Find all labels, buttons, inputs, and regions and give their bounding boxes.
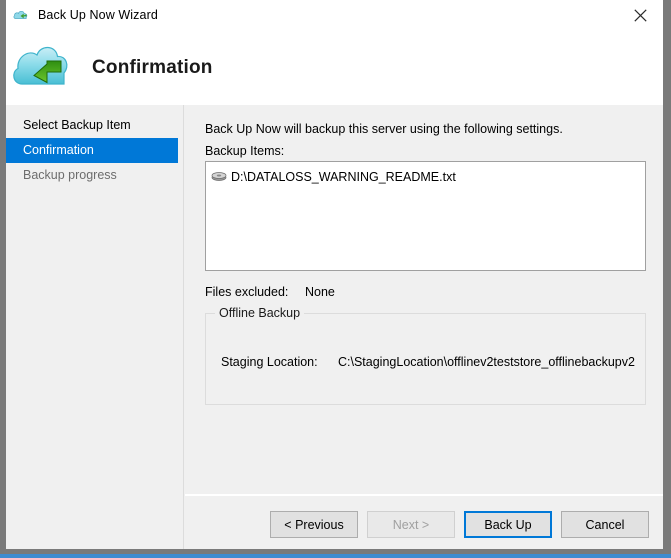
close-icon[interactable] xyxy=(617,0,663,30)
next-button: Next > xyxy=(367,511,455,538)
sidebar-item-label: Select Backup Item xyxy=(23,118,131,132)
taskbar-strip xyxy=(0,554,671,558)
staging-location-value: C:\StagingLocation\offlinev2teststore_of… xyxy=(338,355,635,369)
button-row: < Previous Next > Back Up Cancel xyxy=(270,511,649,538)
cloud-restore-icon xyxy=(12,42,70,94)
backup-items-list[interactable]: D:\DATALOSS_WARNING_README.txt xyxy=(205,161,646,271)
wizard-content-pane: Back Up Now will backup this server usin… xyxy=(185,105,663,549)
list-item[interactable]: D:\DATALOSS_WARNING_README.txt xyxy=(206,167,645,187)
back-up-button[interactable]: Back Up xyxy=(464,511,552,538)
backup-wizard-window: Back Up Now Wizard Confirmation Select B… xyxy=(5,0,664,550)
wizard-footer: < Previous Next > Back Up Cancel xyxy=(185,496,663,549)
sidebar-item-select-backup-item[interactable]: Select Backup Item xyxy=(6,113,183,138)
staging-location-row: Staging Location: C:\StagingLocation\off… xyxy=(221,355,635,369)
disk-icon xyxy=(211,170,227,184)
files-excluded-label: Files excluded: xyxy=(205,285,289,299)
window-title: Back Up Now Wizard xyxy=(38,8,158,22)
wizard-step-sidebar: Select Backup Item Confirmation Backup p… xyxy=(6,105,184,549)
list-item-path: D:\DATALOSS_WARNING_README.txt xyxy=(231,170,456,184)
intro-text: Back Up Now will backup this server usin… xyxy=(205,122,563,136)
cancel-button[interactable]: Cancel xyxy=(561,511,649,538)
staging-location-label: Staging Location: xyxy=(221,355,318,369)
cloud-backup-icon xyxy=(13,6,31,24)
header-banner: Confirmation xyxy=(6,30,663,105)
title-bar: Back Up Now Wizard xyxy=(6,0,663,30)
offline-backup-group-legend: Offline Backup xyxy=(215,306,305,320)
files-excluded-row: Files excluded: None xyxy=(205,285,335,299)
sidebar-item-confirmation[interactable]: Confirmation xyxy=(6,138,178,163)
files-excluded-value: None xyxy=(305,285,335,299)
sidebar-item-label: Backup progress xyxy=(23,168,117,182)
backup-items-label: Backup Items: xyxy=(205,144,285,158)
sidebar-item-backup-progress[interactable]: Backup progress xyxy=(6,163,183,188)
page-title: Confirmation xyxy=(92,56,213,78)
wizard-body: Select Backup Item Confirmation Backup p… xyxy=(6,105,663,549)
sidebar-item-label: Confirmation xyxy=(23,143,94,157)
previous-button[interactable]: < Previous xyxy=(270,511,358,538)
